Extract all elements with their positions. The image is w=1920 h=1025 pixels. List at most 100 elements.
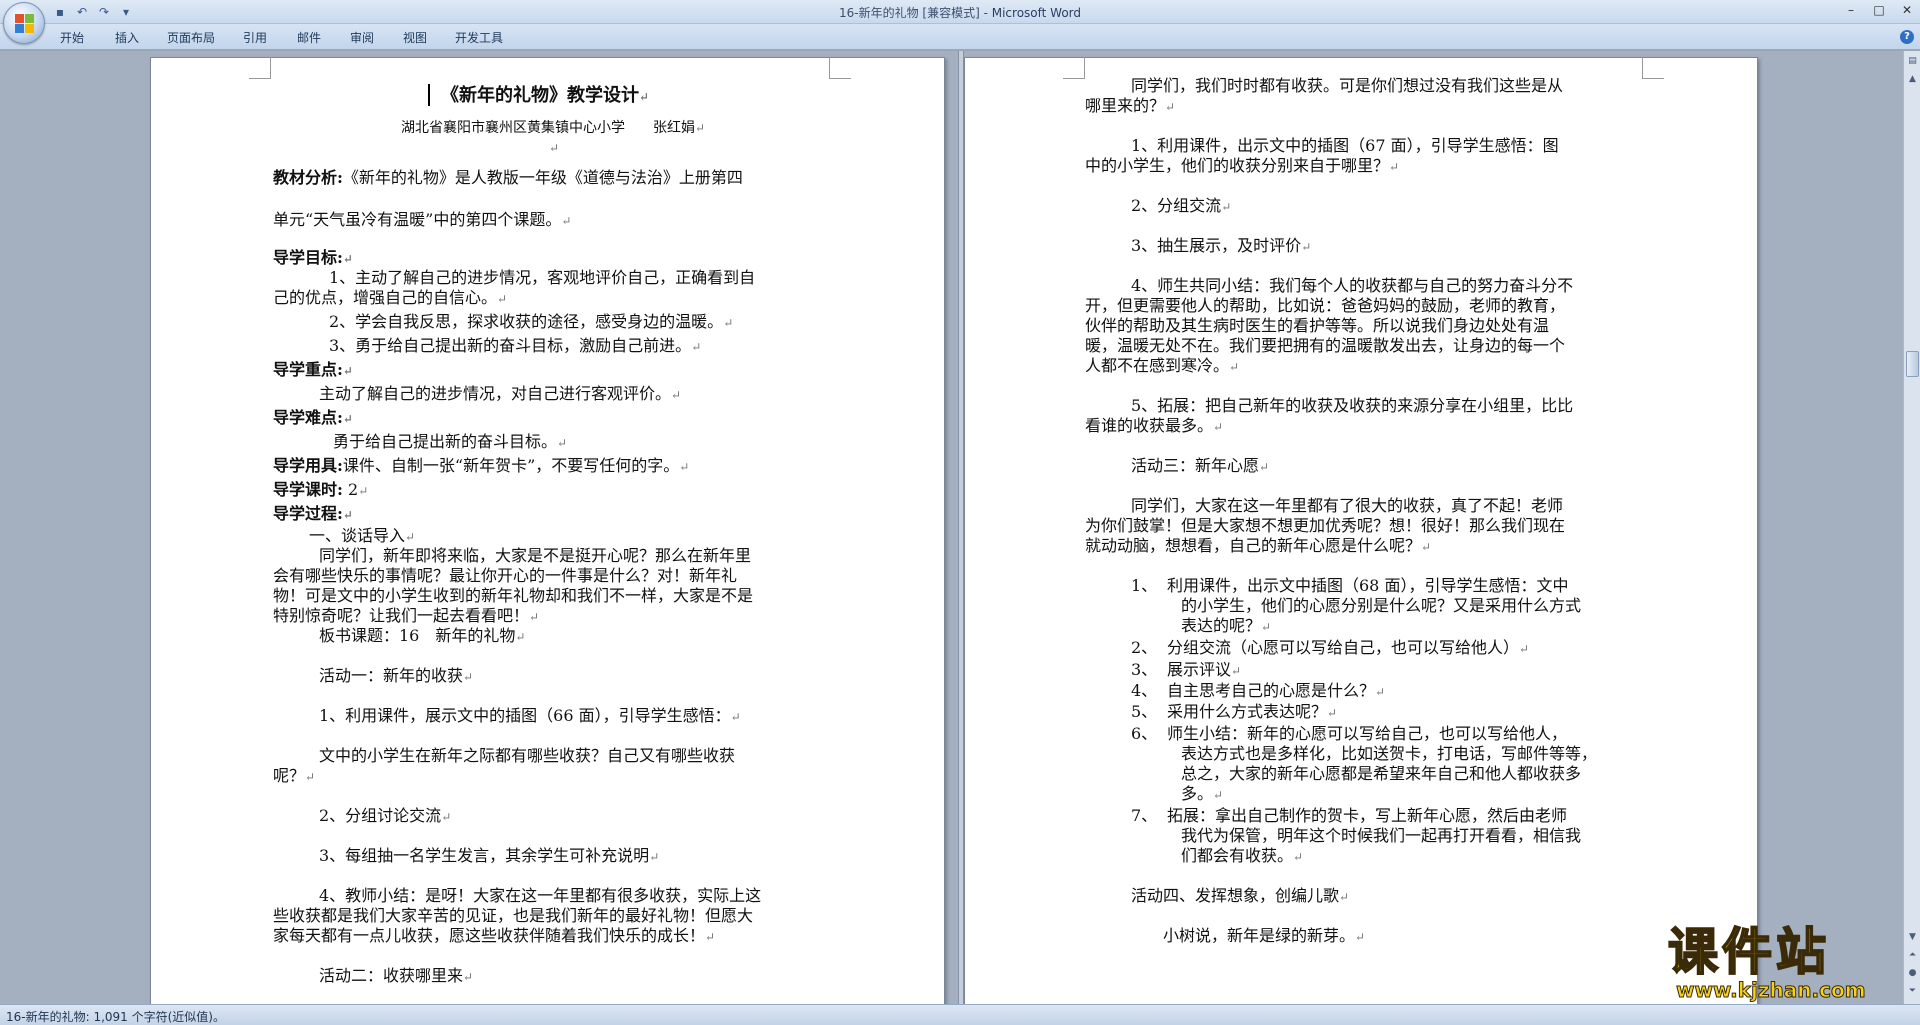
paragraph-mark: ↵ bbox=[1519, 642, 1530, 656]
watermark-url: www.kjzhan.com bbox=[1676, 978, 1867, 1003]
intro-p4: 特别惊奇呢？让我们一起去看看吧！↵ bbox=[273, 606, 539, 627]
activity-3-p-b: 为你们鼓掌！但是大家想不想更加优秀呢？想！很好！那么我们现在 bbox=[1085, 516, 1566, 535]
tab-home[interactable]: 开始 bbox=[60, 29, 84, 46]
activity-1-title-text: 活动一：新年的收获 bbox=[319, 666, 464, 685]
list-1c-text: 表达的呢？ bbox=[1181, 616, 1262, 635]
paragraph-mark: ↵ bbox=[557, 436, 568, 450]
list-1a: 利用课件，出示文中插图（68 面），引导学生感悟：文中 bbox=[1167, 576, 1569, 595]
scroll-thumb[interactable] bbox=[1906, 351, 1919, 377]
paragraph-mark: ↵ bbox=[1231, 664, 1242, 678]
activity-1-question-1: 文中的小学生在新年之际都有哪些收获？自己又有哪些收获 bbox=[319, 746, 736, 765]
analysis-line-2: 单元“天气虽冷有温暖”中的第四个课题。↵ bbox=[273, 210, 571, 231]
list-7c: 们都会有收获。↵ bbox=[1181, 846, 1303, 867]
ruler-toggle-icon[interactable]: ▤ bbox=[1906, 55, 1919, 68]
status-word-count[interactable]: 16-新年的礼物: 1,091 个字符(近似值)。 bbox=[6, 1008, 225, 1025]
hard-label-text: 导学难点: bbox=[273, 408, 343, 427]
office-logo-icon bbox=[15, 14, 35, 34]
list-6c: 总之，大家的新年心愿都是希望来年自己和他人都收获多 bbox=[1181, 764, 1582, 783]
goal-2-text: 2、学会自我反思，探求收获的途径，感受身边的温暖。 bbox=[329, 312, 724, 331]
prev-page-icon[interactable]: ⏶ bbox=[1906, 949, 1919, 962]
intro-p3: 物！可是文中的小学生收到的新年礼物却和我们不一样，大家是不是 bbox=[273, 586, 754, 605]
activity-1-step-1-text: 1、利用课件，展示文中的插图（66 面），引导学生感悟： bbox=[319, 706, 731, 725]
paragraph-mark: ↵ bbox=[1213, 788, 1224, 802]
help-icon[interactable]: ? bbox=[1900, 30, 1914, 44]
tab-page-layout[interactable]: 页面布局 bbox=[167, 29, 215, 46]
paragraph-mark: ↵ bbox=[1339, 890, 1350, 904]
analysis-text-2: 单元“天气虽冷有温暖”中的第四个课题。 bbox=[273, 210, 562, 229]
window-title: 16-新年的礼物 [兼容模式] - Microsoft Word bbox=[0, 4, 1920, 21]
document-page-right[interactable]: 同学们，我们时时都有收获。可是你们想过没有我们这些是从 哪里来的？↵ 1、利用课… bbox=[964, 57, 1758, 1004]
list-6-number: 6、 bbox=[1131, 724, 1158, 743]
analysis-text: 《新年的礼物》是人教版一年级《道德与法治》上册第四 bbox=[342, 168, 743, 187]
process-label-text: 导学过程: bbox=[273, 504, 343, 523]
key-text: 主动了解自己的进步情况，对自己进行客观评价。↵ bbox=[319, 384, 681, 405]
paragraph-mark: ↵ bbox=[1389, 160, 1400, 174]
hours-value: 2 bbox=[348, 480, 359, 499]
activity-1-step-4b: 些收获都是我们大家辛苦的见证，也是我们新年的最好礼物！但愿大 bbox=[273, 906, 754, 925]
paragraph-mark: ↵ bbox=[1293, 850, 1304, 864]
paragraph-mark: ↵ bbox=[649, 850, 660, 864]
margin-corner bbox=[1642, 57, 1664, 79]
paragraph-mark: ↵ bbox=[342, 508, 353, 522]
paragraph-mark: ↵ bbox=[1327, 706, 1338, 720]
r-step-2: 2、分组交流↵ bbox=[1131, 196, 1231, 217]
paragraph-mark: ↵ bbox=[1213, 420, 1224, 434]
activity-1-step-4c: 家每天都有一点儿收获，愿这些收获伴随着我们快乐的成长！↵ bbox=[273, 926, 715, 947]
activity-3-title-text: 活动三：新年心愿 bbox=[1131, 456, 1260, 475]
title-separator: - bbox=[979, 6, 992, 20]
intro-p1: 同学们，新年即将来临，大家是不是挺开心呢？那么在新年里 bbox=[319, 546, 752, 565]
intro-p4-text: 特别惊奇呢？让我们一起去看看吧！ bbox=[273, 606, 530, 625]
tab-mailings[interactable]: 邮件 bbox=[297, 29, 321, 46]
r-step-5b-text: 看谁的收获最多。 bbox=[1085, 416, 1214, 435]
paragraph-mark: ↵ bbox=[1221, 200, 1232, 214]
maximize-icon[interactable]: □ bbox=[1872, 3, 1886, 17]
paragraph-mark: ↵ bbox=[723, 316, 734, 330]
activity-1-step-4a: 4、教师小结：是呀！大家在这一年里都有很多收获，实际上这 bbox=[319, 886, 762, 905]
scroll-down-icon[interactable]: ▼ bbox=[1906, 931, 1919, 944]
paragraph-mark: ↵ bbox=[441, 810, 452, 824]
r-step-5a: 5、拓展：把自己新年的收获及收获的来源分享在小组里，比比 bbox=[1131, 396, 1574, 415]
paragraph-mark: ↵ bbox=[463, 670, 474, 684]
tab-insert[interactable]: 插入 bbox=[115, 29, 139, 46]
list-7c-text: 们都会有收获。 bbox=[1181, 846, 1294, 865]
paragraph-mark: ↵ bbox=[1165, 100, 1176, 114]
title-bar: ▪ ↶ ↷ ▾ 16-新年的礼物 [兼容模式] - Microsoft Word… bbox=[0, 0, 1920, 24]
paragraph-mark: ↵ bbox=[342, 364, 353, 378]
document-workspace: 《新年的礼物》教学设计↵ 湖北省襄阳市襄州区黄集镇中心小学 张红娟↵ ↵ 教材分… bbox=[0, 51, 1920, 1004]
paragraph-mark: ↵ bbox=[691, 340, 702, 354]
watermark-brand: 课件站 bbox=[1667, 923, 1830, 981]
activity-1-question-2: 呢？↵ bbox=[273, 766, 315, 787]
list-3: 展示评议↵ bbox=[1167, 660, 1241, 681]
tab-view[interactable]: 视图 bbox=[403, 29, 427, 46]
tab-review[interactable]: 审阅 bbox=[350, 29, 374, 46]
r-step-1b: 中的小学生，他们的收获分别来自于哪里？↵ bbox=[1085, 156, 1399, 177]
close-icon[interactable]: ✕ bbox=[1900, 3, 1914, 17]
list-4: 自主思考自己的心愿是什么？↵ bbox=[1167, 681, 1385, 702]
browse-object-icon[interactable]: ● bbox=[1906, 967, 1919, 980]
hard-text: 勇于给自己提出新的奋斗目标。↵ bbox=[333, 432, 567, 453]
scroll-up-icon[interactable]: ▲ bbox=[1906, 73, 1919, 86]
goals-label: 导学目标:↵ bbox=[273, 248, 353, 269]
paragraph-mark: ↵ bbox=[1421, 540, 1432, 554]
office-button[interactable] bbox=[3, 2, 45, 44]
r-step-2-text: 2、分组交流 bbox=[1131, 196, 1222, 215]
ribbon-tabs: 开始 插入 页面布局 引用 邮件 审阅 视图 开发工具 bbox=[0, 24, 1920, 50]
activity-2-title-text: 活动二：收获哪里来 bbox=[319, 966, 464, 985]
activity-1-step-1: 1、利用课件，展示文中的插图（66 面），引导学生感悟：↵ bbox=[319, 706, 741, 727]
paragraph-mark: ↵ bbox=[1355, 930, 1366, 944]
intro-p2: 会有哪些快乐的事情呢？最让你开心的一件事是什么？对！新年礼 bbox=[273, 566, 738, 585]
paragraph-mark: ↵ bbox=[671, 388, 682, 402]
r-step-4e: 人都不在感到寒冷。↵ bbox=[1085, 356, 1239, 377]
tools-text: 课件、自制一张“新年贺卡”，不要写任何的字。 bbox=[342, 456, 680, 475]
tab-developer[interactable]: 开发工具 bbox=[455, 29, 503, 46]
tab-references[interactable]: 引用 bbox=[243, 29, 267, 46]
paragraph-mark: ↵ bbox=[1259, 460, 1270, 474]
next-page-icon[interactable]: ⏷ bbox=[1906, 985, 1919, 998]
paragraph-mark: ↵ bbox=[529, 610, 540, 624]
vertical-scrollbar[interactable]: ▤ ▲ ▼ ⏶ ● ⏷ bbox=[1903, 51, 1920, 1004]
hours-label: 导学课时: bbox=[273, 480, 343, 499]
document-page-left[interactable]: 《新年的礼物》教学设计↵ 湖北省襄阳市襄州区黄集镇中心小学 张红娟↵ ↵ 教材分… bbox=[150, 57, 945, 1004]
r-step-4b: 开，但更需要他人的帮助，比如说：爸爸妈妈的鼓励，老师的教育， bbox=[1085, 296, 1566, 315]
minimize-icon[interactable]: – bbox=[1844, 3, 1858, 17]
activity-4-title: 活动四、发挥想象，创编儿歌↵ bbox=[1131, 886, 1349, 907]
